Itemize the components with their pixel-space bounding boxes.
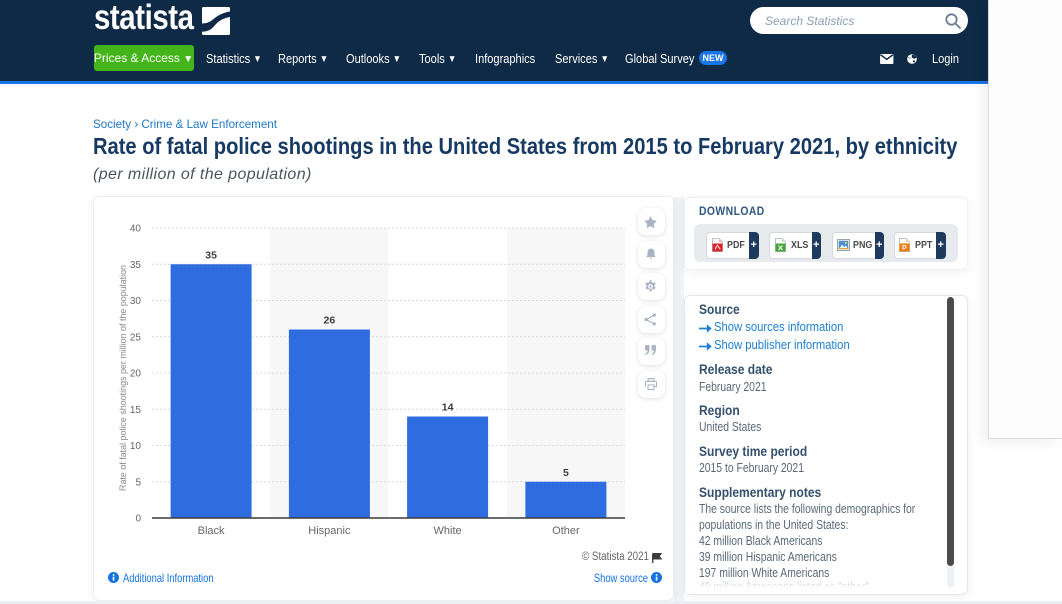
svg-text:40: 40 [130, 224, 142, 235]
svg-text:15: 15 [130, 405, 142, 416]
svg-text:35: 35 [130, 260, 142, 271]
svg-text:26: 26 [324, 315, 336, 327]
svg-text:35: 35 [205, 250, 217, 262]
svg-text:25: 25 [130, 332, 142, 343]
svg-text:14: 14 [442, 402, 454, 414]
svg-text:5: 5 [563, 467, 569, 479]
svg-text:30: 30 [130, 296, 142, 307]
svg-text:Other: Other [552, 525, 580, 537]
svg-text:5: 5 [135, 477, 141, 488]
svg-text:10: 10 [130, 441, 142, 452]
svg-text:20: 20 [130, 369, 142, 380]
svg-text:Black: Black [198, 525, 225, 537]
svg-text:Hispanic: Hispanic [308, 525, 351, 537]
svg-text:0: 0 [135, 514, 141, 525]
svg-text:Rate of fatal police shootings: Rate of fatal police shootings per milli… [118, 265, 129, 491]
svg-text:White: White [434, 525, 462, 537]
